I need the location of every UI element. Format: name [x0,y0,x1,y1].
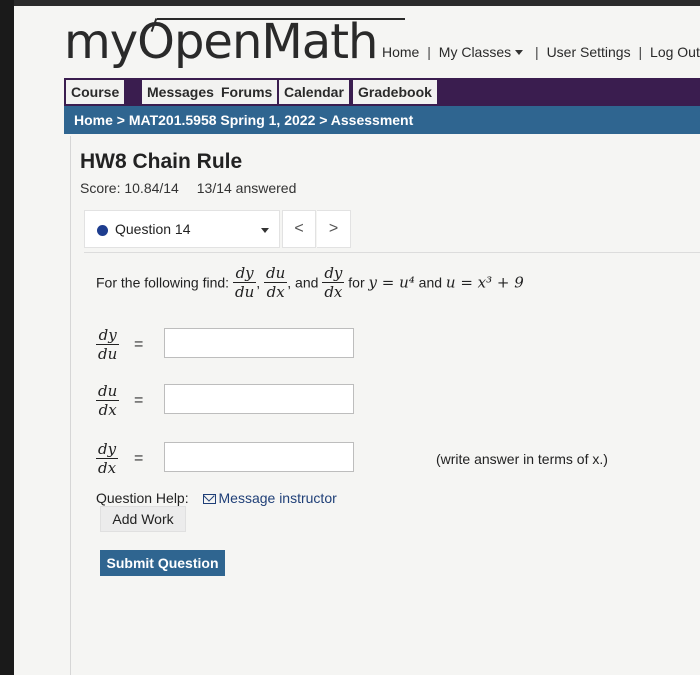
equals-sign: = [134,450,144,467]
fraction-dy-dx: dy dx [322,264,345,301]
equals-sign: = [134,336,144,353]
prompt-and: , and [287,274,319,291]
logo-text: myOpenMath [64,14,378,70]
mail-icon [202,494,216,504]
question-select-label: Question 14 [115,221,191,237]
frac-den: dx [98,401,117,419]
top-edge [14,0,700,6]
menu-gradebook[interactable]: Gradebook [353,80,437,104]
answer-input-du-dx[interactable] [164,384,354,414]
question-prompt: For the following find: dy du, du dx, and … [96,264,524,314]
menu-forums[interactable]: Forums [216,80,278,104]
equation-u: u = x³ + 9 [445,273,524,292]
nav-my-classes-label: My Classes [438,44,512,60]
nav-logout-link[interactable]: Log Out [650,44,700,60]
equals-sign: = [134,392,144,409]
page: myOpenMath Home | My Classes | User Sett… [14,0,700,675]
frac-den: dx [98,459,117,477]
frac-num: dy [232,264,257,283]
prompt-for: for [348,274,365,291]
page-title: HW8 Chain Rule [80,150,243,173]
prev-question-button[interactable]: < [282,210,316,248]
nav-user-settings-link[interactable]: User Settings [547,44,631,60]
question-select[interactable]: Question 14 [84,210,280,248]
course-menubar: Course Messages Forums Calendar Gradeboo… [64,78,700,106]
prompt-and-2: and [418,274,443,291]
question-help-label: Question Help: [96,490,189,506]
prompt-comma: , [256,274,261,291]
add-work-button[interactable]: Add Work [100,506,186,532]
menu-calendar[interactable]: Calendar [279,80,349,104]
answer-hint: (write answer in terms of x.) [436,451,608,467]
chevron-down-icon [515,49,524,55]
submit-question-button[interactable]: Submit Question [100,550,225,576]
frac-num: dy [96,440,119,459]
score-line: Score: 10.84/14 13/14 answered [80,180,296,196]
frac-den: du [234,283,255,301]
nav-separator: | [427,44,431,60]
nav-my-classes-link[interactable]: My Classes [439,44,527,60]
top-nav: Home | My Classes | User Settings | Log … [382,44,700,60]
menu-messages[interactable]: Messages [142,80,219,104]
answer-input-dy-du[interactable] [164,328,354,358]
app-logo[interactable]: myOpenMath [64,14,405,70]
nav-separator: | [535,44,539,60]
answer-fraction-dy-dx: dy dx [96,440,119,477]
menu-course[interactable]: Course [66,80,125,104]
answer-row-dy-du: dy du = [96,326,656,366]
logo-radical-bar [157,18,405,20]
frac-num: dy [322,264,345,283]
chevron-down-icon [261,228,269,233]
question-help: Question Help: Message instructor [96,490,337,506]
equation-y: y = u⁴ [368,273,415,292]
frac-den: dx [266,283,285,301]
question-status-dot-icon [97,225,108,236]
fraction-du-dx: du dx [264,264,288,301]
score-text: Score: 10.84/14 [80,180,179,196]
fraction-dy-du: dy du [232,264,257,301]
frac-den: du [98,345,118,363]
prompt-prefix: For the following find: [96,274,230,291]
answer-fraction-du-dx: du dx [96,382,120,419]
nav-home-link[interactable]: Home [382,44,419,60]
frac-num: du [96,382,120,401]
question-divider [84,252,700,253]
answer-input-dy-dx[interactable] [164,442,354,472]
message-instructor-link[interactable]: Message instructor [193,490,337,506]
nav-separator: | [638,44,643,60]
frac-num: dy [96,326,120,345]
next-question-button[interactable]: > [317,210,351,248]
answer-row-du-dx: du dx = [96,382,656,422]
breadcrumb[interactable]: Home > MAT201.5958 Spring 1, 2022 > Asse… [64,106,700,134]
content-left-border [70,136,71,675]
answered-count: 13/14 answered [196,180,297,196]
frac-num: du [264,264,288,283]
message-instructor-label: Message instructor [218,490,337,506]
answer-row-dy-dx: dy dx = (write answer in terms of x.) [96,440,676,480]
frac-den: dx [324,283,343,301]
answer-fraction-dy-du: dy du [96,326,120,363]
